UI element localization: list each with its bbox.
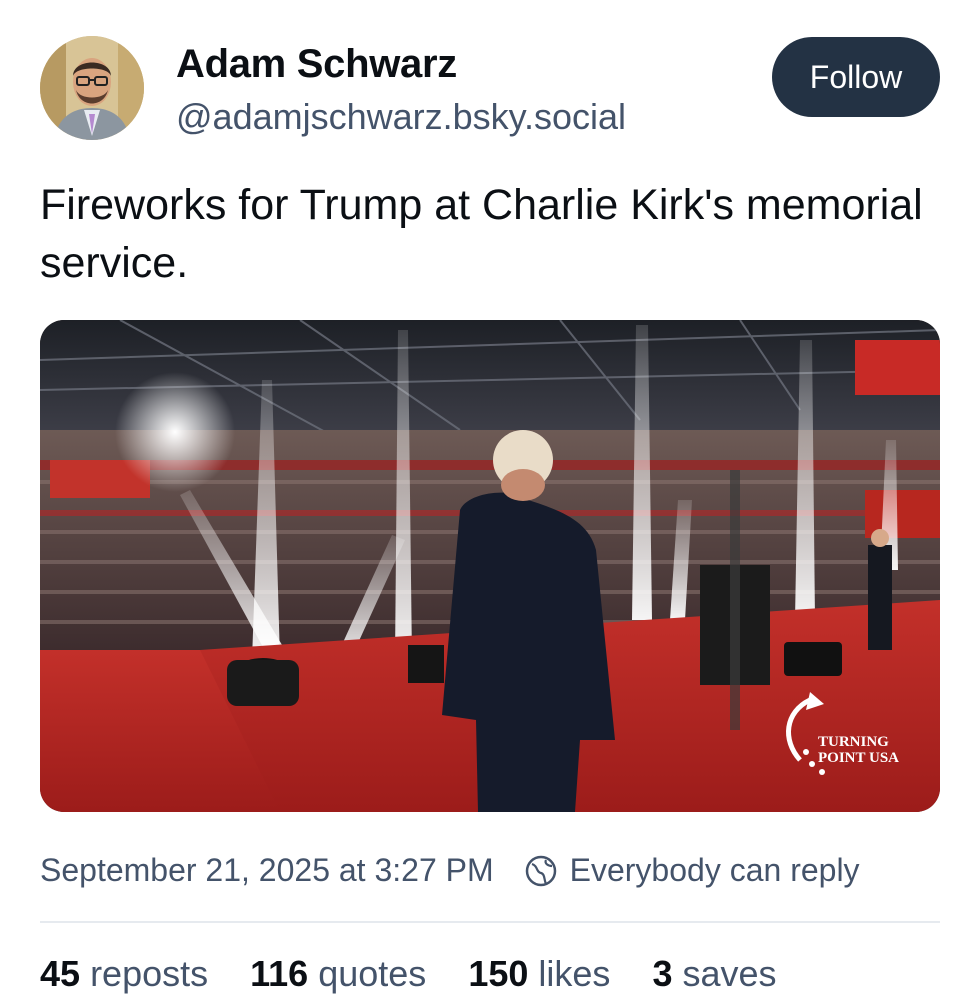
reply-setting: Everybody can reply bbox=[569, 852, 860, 888]
saves-stat[interactable]: 3 saves bbox=[652, 953, 776, 995]
post-meta: September 21, 2025 at 3:27 PM Everybody … bbox=[40, 852, 860, 889]
post-stats: 45 reposts 116 quotes 150 likes 3 saves bbox=[40, 953, 819, 995]
watermark-line2: POINT USA bbox=[818, 750, 899, 766]
follow-button[interactable]: Follow bbox=[772, 37, 940, 117]
divider bbox=[40, 921, 940, 923]
rally-photo: TURNING POINT USA bbox=[40, 320, 940, 812]
avatar[interactable] bbox=[40, 36, 144, 140]
saves-label: saves bbox=[682, 953, 777, 994]
likes-stat[interactable]: 150 likes bbox=[468, 953, 610, 995]
reposts-label: reposts bbox=[90, 953, 209, 994]
post-timestamp[interactable]: September 21, 2025 at 3:27 PM bbox=[40, 852, 494, 889]
author-display-name[interactable]: Adam Schwarz bbox=[176, 42, 457, 87]
quotes-stat[interactable]: 116 quotes bbox=[250, 953, 426, 995]
post-image[interactable]: TURNING POINT USA bbox=[40, 320, 940, 812]
likes-label: likes bbox=[538, 953, 611, 994]
watermark-line1: TURNING bbox=[818, 734, 889, 750]
reposts-count: 45 bbox=[40, 953, 81, 994]
likes-count: 150 bbox=[468, 953, 529, 994]
avatar-image bbox=[40, 36, 144, 140]
quotes-label: quotes bbox=[318, 953, 427, 994]
reposts-stat[interactable]: 45 reposts bbox=[40, 953, 208, 995]
quotes-count: 116 bbox=[250, 953, 309, 994]
saves-count: 3 bbox=[652, 953, 673, 994]
post-text: Fireworks for Trump at Charlie Kirk's me… bbox=[40, 181, 923, 287]
earth-icon bbox=[524, 854, 558, 888]
author-handle[interactable]: @adamjschwarz.bsky.social bbox=[176, 96, 626, 138]
